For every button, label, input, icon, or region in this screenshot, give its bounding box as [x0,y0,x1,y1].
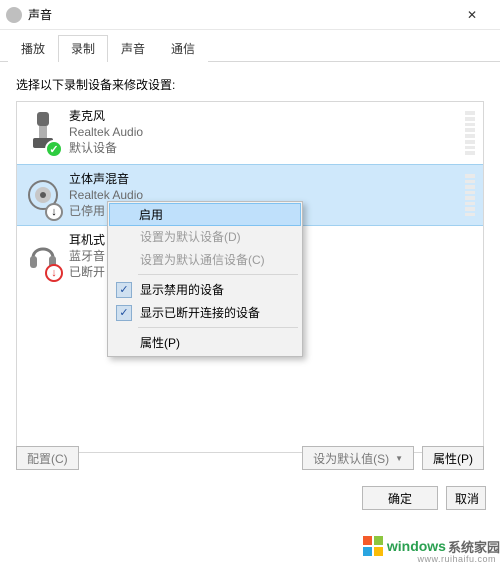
device-row[interactable]: ✓ 麦克风 Realtek Audio 默认设备 [17,102,483,164]
device-name: 麦克风 [69,108,143,124]
tab-strip: 播放 录制 声音 通信 [0,30,500,62]
watermark-url: www.ruihaifu.com [417,554,496,564]
button-label: 确定 [388,490,412,507]
set-default-button[interactable]: 设为默认值(S) ▼ [302,446,414,470]
badge-default-icon: ✓ [45,140,63,158]
dialog-buttons: 确定 取消 [362,486,486,510]
device-icon-mic: ✓ [25,108,61,156]
tab-communications[interactable]: 通信 [158,35,208,62]
menu-item-properties[interactable]: 属性(P) [110,331,300,354]
button-label: 取消 [455,490,479,507]
tab-label: 声音 [121,42,145,56]
menu-label: 显示已断开连接的设备 [140,304,260,321]
checkmark-icon: ✓ [116,282,132,298]
level-meter [465,110,475,156]
windows-logo-icon [363,536,385,556]
titlebar: 声音 ✕ [0,0,500,30]
device-driver: 蓝牙音 [69,248,105,264]
properties-button[interactable]: 属性(P) [422,446,484,470]
device-text: 麦克风 Realtek Audio 默认设备 [69,108,143,156]
chevron-down-icon: ▼ [395,454,403,463]
close-button[interactable]: ✕ [450,0,494,30]
cancel-button[interactable]: 取消 [446,486,486,510]
menu-item-set-default[interactable]: 设置为默认设备(D) [110,225,300,248]
watermark-brand: windows [387,538,446,554]
button-label: 设为默认值(S) [313,450,389,467]
tab-label: 录制 [71,42,95,56]
tab-label: 播放 [21,42,45,56]
menu-item-show-disabled[interactable]: ✓ 显示禁用的设备 [110,278,300,301]
ok-button[interactable]: 确定 [362,486,438,510]
sound-dialog-window: 声音 ✕ 播放 录制 声音 通信 选择以下录制设备来修改设置: ✓ [0,0,500,560]
level-meter [465,173,475,217]
device-name: 耳机式 [69,232,105,248]
menu-item-show-disconnected[interactable]: ✓ 显示已断开连接的设备 [110,301,300,324]
window-title: 声音 [28,6,52,23]
device-name: 立体声混音 [69,171,143,187]
menu-separator [138,327,298,328]
device-icon-headset: ↓ [25,232,61,280]
device-text: 耳机式 蓝牙音 已断开 [69,232,105,280]
device-status: 默认设备 [69,140,143,156]
close-icon: ✕ [467,8,477,22]
checkmark-icon: ✓ [116,305,132,321]
tab-sounds[interactable]: 声音 [108,35,158,62]
button-label: 配置(C) [27,450,68,467]
badge-unplugged-icon: ↓ [45,264,63,282]
badge-disabled-icon: ↓ [45,203,63,221]
menu-item-enable[interactable]: 启用 [109,203,301,226]
list-buttons: 配置(C) 设为默认值(S) ▼ 属性(P) [16,446,484,470]
instruction-text: 选择以下录制设备来修改设置: [16,76,484,93]
device-driver: Realtek Audio [69,124,143,140]
menu-label: 属性(P) [140,334,180,351]
menu-label: 设置为默认设备(D) [140,228,241,245]
device-status: 已断开 [69,264,105,280]
watermark: windows 系统家园 www.ruihaifu.com [363,536,500,556]
tab-playback[interactable]: 播放 [8,35,58,62]
menu-label: 显示禁用的设备 [140,281,224,298]
device-icon-stereo: ↓ [25,171,61,219]
system-icon [6,7,22,23]
tab-label: 通信 [171,42,195,56]
tab-recording[interactable]: 录制 [58,35,108,62]
button-label: 属性(P) [433,450,473,467]
menu-label: 设置为默认通信设备(C) [140,251,265,268]
watermark-suffix: 系统家园 [448,537,500,556]
configure-button[interactable]: 配置(C) [16,446,79,470]
menu-separator [138,274,298,275]
context-menu: 启用 设置为默认设备(D) 设置为默认通信设备(C) ✓ 显示禁用的设备 ✓ 显… [107,201,303,357]
menu-label: 启用 [139,206,163,223]
menu-item-set-default-comm[interactable]: 设置为默认通信设备(C) [110,248,300,271]
